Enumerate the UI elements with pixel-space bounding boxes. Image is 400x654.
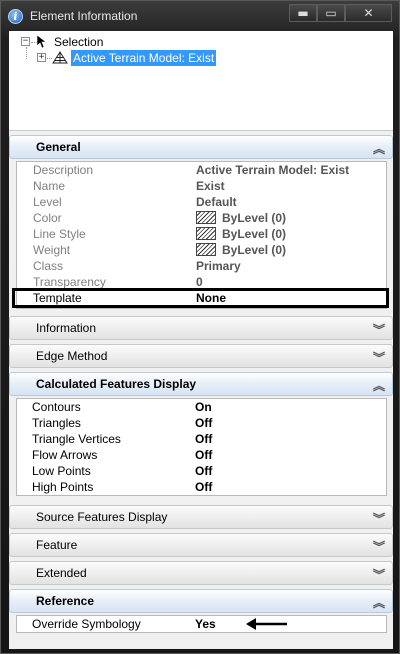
chevron-down-icon: ︾ (372, 351, 385, 365)
section-header-general[interactable]: General ︽ (9, 135, 393, 159)
property-row[interactable]: Level Default (17, 194, 386, 210)
section-header-information[interactable]: Information ︾ (9, 316, 393, 340)
property-name: Color (33, 211, 62, 225)
template-highlight-box (12, 288, 389, 308)
property-value: Primary (196, 259, 241, 273)
section-label: Calculated Features Display (36, 377, 197, 391)
chevron-down-icon: ︾ (372, 512, 385, 526)
property-value: On (195, 400, 212, 414)
section-header-calculated-features[interactable]: Calculated Features Display ︽ (9, 372, 393, 396)
property-row[interactable]: Class Primary (17, 258, 386, 274)
maximize-button[interactable]: ▭ (317, 4, 345, 22)
section-header-reference[interactable]: Reference ︽ (9, 589, 393, 613)
symbology-swatch-icon (196, 211, 216, 224)
tree-item-terrain-model[interactable]: Active Terrain Model: Exist (71, 50, 217, 66)
tree-root-label[interactable]: Selection (54, 34, 103, 50)
chevron-up-icon: ︽ (372, 596, 385, 610)
property-value: Exist (196, 179, 225, 193)
cursor-arrow-icon (36, 34, 46, 49)
chevron-up-icon: ︽ (372, 142, 385, 156)
property-name: Low Points (32, 464, 91, 478)
property-name: Level (33, 195, 62, 209)
section-label: Reference (36, 594, 95, 608)
property-name: High Points (32, 480, 94, 494)
tree-connector (26, 47, 27, 59)
chevron-up-icon: ︽ (372, 379, 385, 393)
property-value: ByLevel (0) (196, 226, 286, 242)
section-label: Feature (36, 538, 78, 552)
expand-icon[interactable]: + (37, 53, 46, 62)
property-name: Name (33, 179, 66, 193)
chevron-down-icon: ︾ (372, 323, 385, 337)
property-row[interactable]: Color ByLevel (0) (17, 210, 386, 226)
property-name: Contours (32, 400, 81, 414)
property-name: Description (33, 163, 94, 177)
property-name: Triangles (32, 416, 81, 430)
symbology-swatch-icon (196, 243, 216, 256)
close-button[interactable]: ✕ (345, 4, 392, 22)
window-title: Element Information (30, 9, 138, 23)
property-row[interactable]: High Points Off (17, 479, 386, 495)
section-header-source-features[interactable]: Source Features Display ︾ (9, 505, 393, 529)
chevron-down-icon: ︾ (372, 540, 385, 554)
title-bar[interactable]: i Element Information ▬ ▭ ✕ (1, 1, 399, 31)
property-row[interactable]: Line Style ByLevel (0) (17, 226, 386, 242)
property-row[interactable]: Flow Arrows Off (17, 447, 386, 463)
property-name: Weight (33, 243, 71, 257)
section-header-edge-method[interactable]: Edge Method ︾ (9, 344, 393, 368)
section-label: General (36, 140, 81, 154)
property-row[interactable]: Weight ByLevel (0) (17, 242, 386, 258)
section-header-feature[interactable]: Feature ︾ (9, 533, 393, 557)
general-properties-grid: Description Active Terrain Model: Exist N… (16, 161, 387, 309)
section-label: Extended (36, 566, 87, 580)
property-row[interactable]: Low Points Off (17, 463, 386, 479)
selection-tree: − Selection + Active Terrain Model: Exis… (9, 31, 393, 131)
property-row[interactable]: Name Exist (17, 178, 386, 194)
chevron-down-icon: ︾ (372, 568, 385, 582)
property-value: ByLevel (0) (196, 210, 286, 226)
section-header-extended[interactable]: Extended ︾ (9, 561, 393, 585)
property-name: Class (33, 259, 64, 273)
property-value: Off (195, 480, 213, 494)
property-value-text: ByLevel (0) (222, 227, 287, 241)
property-name: Line Style (33, 227, 86, 241)
section-label: Source Features Display (36, 510, 168, 524)
property-value: Off (195, 448, 213, 462)
property-row[interactable]: Description Active Terrain Model: Exist (17, 162, 386, 178)
property-value: Default (196, 195, 237, 209)
collapse-icon[interactable]: − (21, 37, 30, 46)
element-information-window: i Element Information ▬ ▭ ✕ − Selection … (0, 0, 400, 654)
terrain-model-icon (52, 51, 68, 64)
annotation-arrow-icon (246, 618, 287, 630)
minimize-button[interactable]: ▬ (289, 4, 317, 22)
client-area: − Selection + Active Terrain Model: Exis… (9, 31, 393, 649)
property-value-text: ByLevel (0) (222, 211, 287, 225)
property-value: Active Terrain Model: Exist (196, 163, 350, 177)
property-name: Triangle Vertices (32, 432, 121, 446)
symbology-swatch-icon (196, 227, 216, 240)
property-value: Yes (195, 617, 216, 631)
property-value: Off (195, 416, 213, 430)
calculated-features-grid: Contours On Triangles Off Triangle Vertice… (16, 398, 387, 496)
property-row[interactable]: Triangle Vertices Off (17, 431, 386, 447)
property-value: Off (195, 432, 213, 446)
property-value-text: ByLevel (0) (222, 243, 287, 257)
reference-properties-grid: Override Symbology Yes (16, 615, 387, 633)
property-value: ByLevel (0) (196, 242, 286, 258)
section-label: Edge Method (36, 349, 108, 363)
property-row[interactable]: Triangles Off (17, 415, 386, 431)
info-icon: i (8, 9, 23, 24)
property-row[interactable]: Contours On (17, 399, 386, 415)
property-name: Flow Arrows (32, 448, 98, 462)
property-value: Off (195, 464, 213, 478)
section-label: Information (36, 321, 97, 335)
property-name: Override Symbology (32, 617, 141, 631)
property-row[interactable]: Override Symbology Yes (17, 616, 386, 632)
